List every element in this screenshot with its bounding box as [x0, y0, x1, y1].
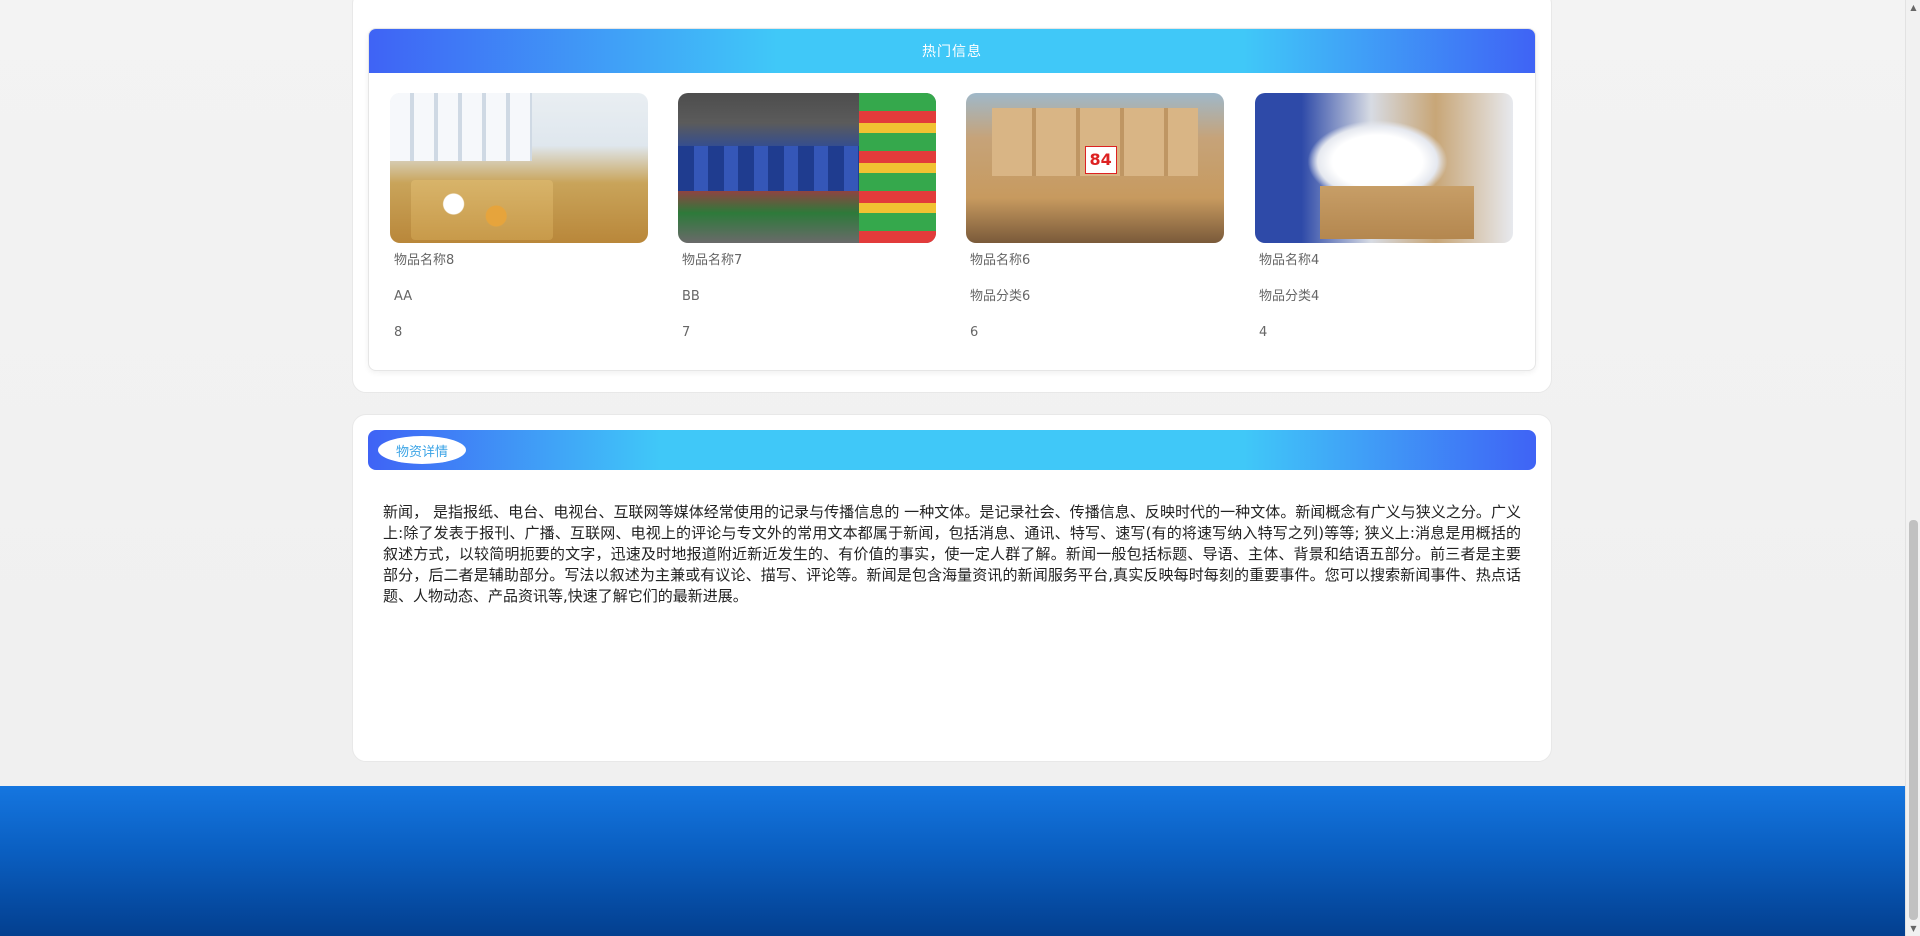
scroll-thumb[interactable]	[1909, 520, 1918, 920]
detail-content: 新闻， 是指报纸、电台、电视台、互联网等媒体经常使用的记录与传播信息的 一种文体…	[383, 503, 1521, 605]
footer	[0, 786, 1905, 936]
hot-item[interactable]: 物品名称8 AA 8	[390, 93, 648, 351]
hot-item[interactable]: 物品名称7 BB 7	[678, 93, 936, 351]
item-name: 物品名称8	[394, 253, 455, 268]
item-name: 物品名称6	[970, 253, 1031, 268]
scroll-up-arrow-icon[interactable]: ▲	[1906, 0, 1920, 15]
item-name: 物品名称4	[1259, 253, 1320, 268]
item-count: 6	[970, 325, 979, 340]
hot-item[interactable]: 物品名称4 物品分类4 4	[1255, 93, 1513, 351]
page: 热门信息 物品名称8 AA 8 物品名称7 BB 7 84 物品名称6 物品分类…	[0, 0, 1905, 936]
hot-item[interactable]: 物品名称6 物品分类6 6	[966, 93, 1224, 351]
vertical-scrollbar[interactable]: ▲ ▼	[1905, 0, 1920, 936]
hot-info-header: 热门信息	[369, 29, 1535, 73]
hot-info-card: 热门信息 物品名称8 AA 8 物品名称7 BB 7 84 物品名称6 物品分类…	[368, 28, 1536, 371]
item-image[interactable]	[678, 93, 936, 243]
item-category: 物品分类4	[1259, 289, 1320, 304]
item-category: 物品分类6	[970, 289, 1031, 304]
item-image[interactable]	[966, 93, 1224, 243]
item-name: 物品名称7	[682, 253, 743, 268]
item-count: 8	[394, 325, 403, 340]
detail-title-pill: 物资详情	[378, 436, 466, 464]
scroll-down-arrow-icon[interactable]: ▼	[1906, 921, 1920, 936]
hot-item-list: 物品名称8 AA 8 物品名称7 BB 7 物品名称6 物品分类6 6	[369, 73, 1535, 370]
item-count: 7	[682, 325, 691, 340]
detail-header: 物资详情	[368, 430, 1536, 470]
item-image[interactable]	[390, 93, 648, 243]
item-count: 4	[1259, 325, 1268, 340]
item-image[interactable]	[1255, 93, 1513, 243]
item-category: BB	[682, 289, 700, 304]
item-category: AA	[394, 289, 413, 304]
